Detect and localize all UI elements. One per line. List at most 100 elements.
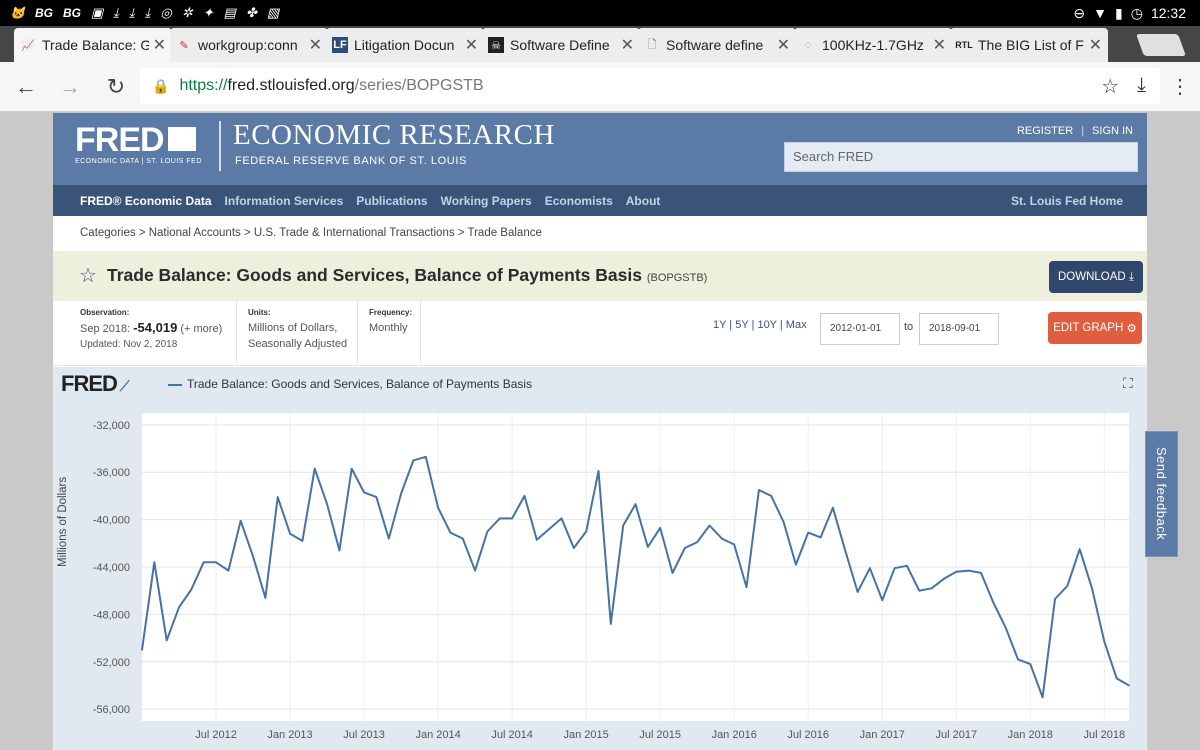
tab-trade-balance[interactable]: 📈 Trade Balance: G ✕: [14, 28, 172, 62]
data-point: [202, 561, 205, 564]
data-point: [881, 599, 884, 601]
units-block: Units: Millions of Dollars, Seasonally A…: [248, 308, 347, 352]
nav-information-services[interactable]: Information Services: [225, 194, 344, 208]
data-point: [363, 491, 365, 494]
data-point: [943, 578, 945, 580]
data-point: [980, 572, 982, 574]
logo-chart-icon: [167, 127, 196, 151]
series-title-text: Trade Balance: Goods and Services, Balan…: [107, 265, 642, 285]
y-tick-label: -48,000: [93, 609, 130, 621]
twitter-icon: ✦: [202, 5, 214, 20]
download-button[interactable]: DOWNLOAD ⤓: [1049, 261, 1143, 293]
frequency-value: Monthly: [369, 322, 408, 334]
close-icon[interactable]: ✕: [933, 35, 946, 55]
data-point: [622, 524, 624, 527]
close-icon[interactable]: ✕: [465, 35, 478, 55]
close-icon[interactable]: ✕: [1089, 35, 1102, 55]
register-link[interactable]: REGISTER: [1017, 125, 1073, 137]
nav-st-louis-fed-home[interactable]: St. Louis Fed Home: [1011, 194, 1123, 208]
data-point: [141, 649, 143, 651]
app-icon: ▤: [223, 5, 236, 20]
search-input[interactable]: Search FRED: [784, 142, 1138, 172]
series-meta: Observation: Sep 2018: -54,019 (+ more) …: [53, 301, 1147, 366]
end-date-input[interactable]: 2018-09-01: [919, 313, 999, 345]
tab-software-defined-1[interactable]: ☠ Software Define ✕: [482, 28, 640, 62]
data-point: [449, 531, 452, 534]
data-point: [1004, 626, 1007, 629]
data-point: [153, 561, 156, 564]
data-point: [992, 601, 995, 604]
close-icon[interactable]: ✕: [777, 35, 790, 55]
tab-100khz[interactable]: ◌ 100KHz-1.7GHz ✕: [794, 28, 952, 62]
forward-arrow-icon[interactable]: →: [48, 65, 92, 109]
line-chart[interactable]: -32,000 -36,000 -40,000 -44,000 -48,000 -52,0…: [53, 367, 1147, 750]
new-tab-button[interactable]: [1135, 34, 1187, 56]
data-point: [696, 541, 698, 543]
menu-icon[interactable]: ⋮: [1170, 74, 1190, 99]
reload-icon[interactable]: ↻: [94, 65, 138, 109]
url-host: fred.stlouisfed.org: [227, 77, 355, 94]
nav-fred-economic-data[interactable]: FRED® Economic Data: [80, 194, 212, 208]
data-point: [1115, 677, 1118, 680]
nav-economists[interactable]: Economists: [545, 194, 613, 208]
data-point: [424, 456, 427, 458]
data-point: [511, 517, 513, 520]
tab-title: Software define: [666, 37, 764, 53]
more-link[interactable]: (+ more): [180, 323, 222, 335]
data-point: [375, 496, 378, 498]
y-tick-label: -44,000: [93, 562, 130, 574]
data-point: [474, 569, 476, 572]
favorite-star-icon[interactable]: ☆: [79, 263, 97, 288]
pirate-favicon-icon: ☠: [488, 37, 504, 53]
data-point: [573, 547, 575, 549]
y-tick-label: -56,000: [93, 704, 130, 716]
data-point: [585, 530, 587, 533]
graph-area: FRED ⟋ Trade Balance: Goods and Services…: [53, 367, 1147, 750]
series-id: (BOPGSTB): [646, 272, 708, 284]
y-tick-label: -40,000: [93, 515, 130, 527]
signin-link[interactable]: SIGN IN: [1092, 125, 1133, 137]
data-point: [758, 489, 760, 491]
units-label: Units:: [248, 308, 271, 317]
data-point: [782, 521, 785, 523]
edit-graph-label: EDIT GRAPH: [1053, 322, 1124, 334]
breadcrumb[interactable]: Categories > National Accounts > U.S. Tr…: [53, 216, 1147, 251]
tab-workgroup[interactable]: ✎ workgroup:conn ✕: [170, 28, 328, 62]
data-point: [461, 537, 464, 540]
bg-label-2: BG: [62, 6, 81, 20]
tab-software-defined-2[interactable]: 🗋 Software define ✕: [638, 28, 796, 62]
page-favicon-icon: ✎: [179, 39, 189, 52]
y-tick-label: -32,000: [93, 420, 130, 432]
frequency-label: Frequency:: [369, 308, 413, 317]
nav-working-papers[interactable]: Working Papers: [441, 194, 532, 208]
x-tick-label: Jul 2016: [787, 729, 829, 741]
main-nav: FRED® Economic Data Information Services…: [53, 185, 1147, 216]
rtl-favicon-icon: RTL: [955, 40, 973, 50]
cat-icon: 🐱: [10, 6, 25, 20]
tab-litigation[interactable]: LF Litigation Docun ✕: [326, 28, 484, 62]
close-icon[interactable]: ✕: [621, 35, 634, 55]
tab-big-list[interactable]: RTL The BIG List of F ✕: [950, 28, 1108, 62]
clock-time: 12:32: [1150, 5, 1186, 21]
close-icon[interactable]: ✕: [153, 35, 166, 55]
x-tick-label: Jul 2018: [1084, 729, 1126, 741]
nav-publications[interactable]: Publications: [356, 194, 427, 208]
bookmark-star-icon[interactable]: ☆: [1101, 74, 1119, 99]
gear-icon: ⚙: [1126, 323, 1137, 335]
fred-logo[interactable]: FRED: [75, 121, 196, 160]
download-icon[interactable]: ⤓: [1137, 74, 1146, 99]
range-selector[interactable]: 1Y | 5Y | 10Y | Max: [713, 319, 807, 331]
data-point: [313, 467, 316, 470]
data-point: [955, 570, 958, 573]
close-icon[interactable]: ✕: [309, 35, 322, 55]
start-date-input[interactable]: 2012-01-01: [820, 313, 900, 345]
nav-about[interactable]: About: [626, 194, 661, 208]
data-point: [227, 569, 230, 572]
edit-graph-button[interactable]: EDIT GRAPH ⚙: [1048, 312, 1142, 344]
data-point: [930, 587, 933, 590]
address-bar[interactable]: 🔒 https://fred.stlouisfed.org/series/BOP…: [140, 68, 1160, 104]
send-feedback-button[interactable]: Send feedback: [1145, 431, 1178, 557]
economic-research-title[interactable]: ECONOMIC RESEARCH: [233, 119, 555, 152]
back-arrow-icon[interactable]: ←: [4, 65, 48, 109]
meta-divider: [236, 301, 237, 363]
